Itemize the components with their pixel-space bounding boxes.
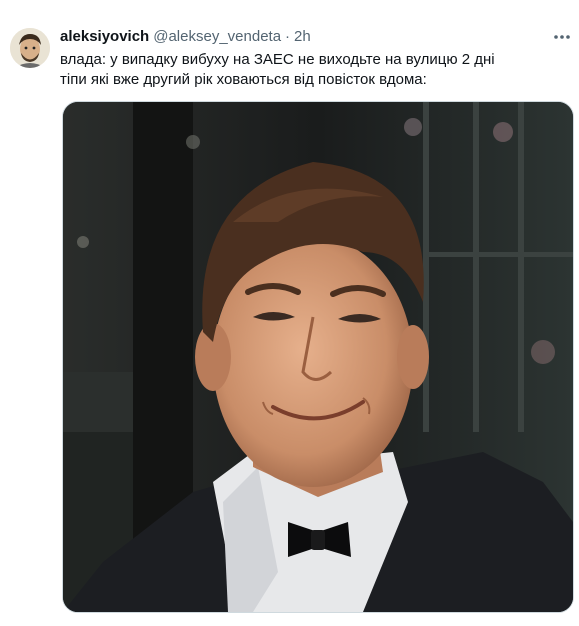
tweet[interactable]: aleksiyovich @aleksey_vendeta · 2h влада: у… <box>0 0 579 626</box>
tweet-media-photo[interactable] <box>62 101 574 613</box>
more-horizontal-icon[interactable] <box>551 26 573 48</box>
tweet-text-line: влада: у випадку вибуху на ЗАЕС не виход… <box>60 51 495 68</box>
timestamp[interactable]: 2h <box>294 28 311 45</box>
separator-dot: · <box>285 28 291 45</box>
user-handle[interactable]: @aleksey_vendeta <box>153 28 281 45</box>
tweet-header: aleksiyovich @aleksey_vendeta · 2h <box>60 27 559 47</box>
display-name[interactable]: aleksiyovich <box>60 28 149 45</box>
tweet-text-line: тіпи які вже другий рік ховаються від по… <box>60 71 427 88</box>
tweet-text: влада: у випадку вибуху на ЗАЕС не виход… <box>60 50 560 90</box>
avatar[interactable] <box>10 28 50 68</box>
